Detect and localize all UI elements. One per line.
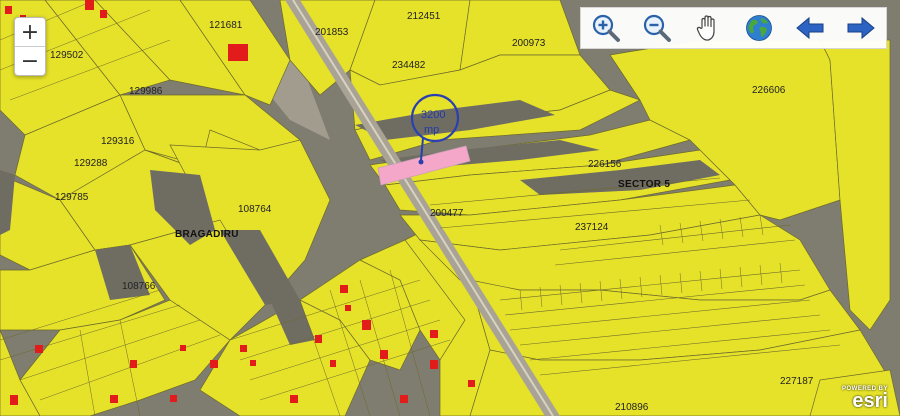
parcel-label: 200477 — [430, 208, 464, 219]
pan-tool-button[interactable] — [690, 11, 726, 45]
next-extent-button[interactable] — [843, 11, 879, 45]
globe-full-extent-icon — [745, 15, 772, 41]
parcel-label: 129502 — [50, 50, 84, 61]
zoom-out-button[interactable]: − — [15, 46, 45, 75]
parcel-label: 129785 — [55, 192, 89, 203]
area-label-bragadiru: BRAGADIRU — [175, 229, 239, 240]
zoom-out-tool-button[interactable] — [639, 11, 675, 45]
parcel-label: 129316 — [101, 136, 135, 147]
area-label-sector5: SECTOR 5 — [618, 179, 670, 190]
parcel-label: 234482 — [392, 60, 426, 71]
zoom-out-tool-icon — [644, 14, 672, 42]
full-extent-button[interactable] — [741, 11, 777, 45]
zoom-in-tool-button[interactable] — [588, 11, 624, 45]
parcel-label: 108764 — [238, 204, 272, 215]
zoom-control: + − — [14, 17, 46, 76]
pan-hand-icon — [696, 15, 715, 41]
parcel-label: 201853 — [315, 27, 349, 38]
parcel-label: 129288 — [74, 158, 108, 169]
marker-unit: mp — [424, 124, 439, 136]
map-graphics: 121681 129502 129986 129316 129288 12978… — [0, 0, 900, 416]
parcel-label: 237124 — [575, 222, 609, 233]
parcel-label: 226156 — [588, 159, 622, 170]
parcel-label: 121681 — [209, 20, 243, 31]
back-arrow-icon — [795, 16, 824, 40]
previous-extent-button[interactable] — [792, 11, 828, 45]
zoom-in-tool-icon — [593, 14, 621, 42]
map-canvas[interactable]: 121681 129502 129986 129316 129288 12978… — [0, 0, 900, 416]
parcel-label: 210896 — [615, 402, 649, 413]
parcel-label: 129986 — [129, 86, 163, 97]
parcel-label: 200973 — [512, 38, 546, 49]
zoom-in-button[interactable]: + — [15, 18, 45, 46]
navigation-toolbar — [580, 7, 887, 49]
esri-logo: esri — [852, 390, 888, 412]
parcel-label: 226606 — [752, 85, 786, 96]
parcel-label: 212451 — [407, 11, 441, 22]
parcel-label: 227187 — [780, 376, 814, 387]
marker-value: 3200 — [421, 109, 445, 121]
esri-attribution[interactable]: POWERED BY esri — [842, 386, 888, 412]
parcel-label: 108766 — [122, 281, 156, 292]
forward-arrow-icon — [847, 16, 875, 40]
